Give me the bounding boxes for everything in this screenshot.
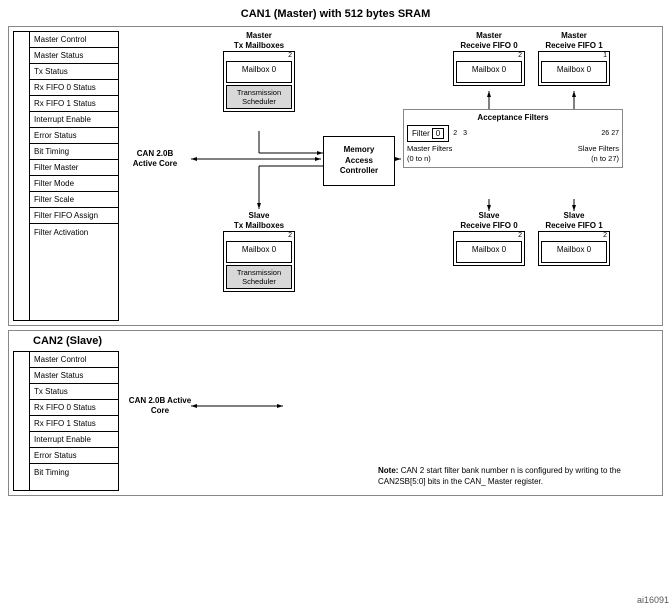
master-rxfifo1-inner: 1 Mailbox 0 [538,51,610,86]
can1-item-bittiming: Bit Timing [30,144,118,160]
can1-core-label: CAN 2.0B Active Core [125,149,185,168]
can1-item-filterscale: Filter Scale [30,192,118,208]
master-tx-num: 2 [224,52,294,59]
filter-num4: 26 [601,130,609,137]
can2-item-4: Rx FIFO 1 Status [30,416,118,432]
slave-tx-inner: 2 Mailbox 0 TransmissionScheduler [223,231,295,292]
slave-rxfifo0-mailbox: Mailbox 0 [456,241,522,263]
note-box: Note: CAN 2 start filter bank number n i… [378,466,658,487]
can2-item-7: Bit Timing [30,464,118,480]
master-rxfifo1-title: Master Receive FIFO 1 [538,31,610,50]
slave-tx-box: SlaveTx Mailboxes 2 Mailbox 0 Transmissi… [223,211,295,292]
can2-item-3: Rx FIFO 0 Status [30,400,118,416]
slave-rxfifo1-title: SlaveReceive FIFO 1 [538,211,610,230]
master-rxfifo0-box: Master Receive FIFO 0 2 Mailbox 0 [453,31,525,86]
can1-item-filtermode: Filter Mode [30,176,118,192]
acceptance-filters-row: Filter 0 2 3 26 27 [407,125,619,142]
master-rxfifo1-num: 1 [539,52,609,59]
filter-num3: 3 [463,130,467,137]
slave-rxfifo1-box: SlaveReceive FIFO 1 2 Mailbox 0 [538,211,610,266]
note-bold: Note: [378,466,398,475]
can1-item-tx-status: Tx Status [30,64,118,80]
can2-item-6: Error Status [30,448,118,464]
page-container: CAN1 (Master) with 512 bytes SRAM Contro… [0,0,671,607]
can2-sidebar-box: Master Control Master Status Tx Status R… [29,351,119,491]
master-rxfifo0-title: Master Receive FIFO 0 [453,31,525,50]
slave-tx-scheduler: TransmissionScheduler [226,265,292,289]
master-tx-scheduler: TransmissionScheduler [226,85,292,109]
master-filters-label: Master Filters(0 to n) [407,144,510,164]
can1-item-rxfifo0: Rx FIFO 0 Status [30,80,118,96]
can2-item-2: Tx Status [30,384,118,400]
can1-item-filtermaster: Filter Master [30,160,118,176]
can1-item-interrupt: Interrupt Enable [30,112,118,128]
slave-tx-mailbox: Mailbox 0 [226,241,292,263]
slave-rxfifo1-inner: 2 Mailbox 0 [538,231,610,266]
can1-sidebar-box: Master Control Master Status Tx Status R… [29,31,119,321]
can1-item-master-status: Master Status [30,48,118,64]
slave-rxfifo1-mailbox: Mailbox 0 [541,241,607,263]
can1-item-filteractivation: Filter Activation [30,224,118,240]
can1-diagram: CAN 2.0B Active Core Master Tx Mailboxes… [123,31,658,321]
can2-section: CAN2 (Slave) Control/Status/Configuratio… [8,330,663,496]
slave-tx-num: 2 [224,232,294,239]
acceptance-filters-area: Acceptance Filters Filter 0 2 3 26 27 [403,109,623,168]
master-rxfifo1-mailbox: Mailbox 0 [541,61,607,83]
can2-item-0: Master Control [30,352,118,368]
can1-item-master-control: Master Control [30,32,118,48]
slave-filters-label: Slave Filters(n to 27) [516,144,619,164]
slave-rxfifo0-num: 2 [454,232,524,239]
can1-item-filterfifo: Filter FIFO Assign [30,208,118,224]
filter-num: 0 [432,128,444,139]
master-tx-inner: 2 Mailbox 0 TransmissionScheduler [223,51,295,112]
can1-sidebar: Control/Status/Configuration Master Cont… [13,31,119,321]
can2-item-1: Master Status [30,368,118,384]
note-text: CAN 2 start filter bank number n is conf… [378,466,621,485]
master-rxfifo1-box: Master Receive FIFO 1 1 Mailbox 0 [538,31,610,86]
filter-num2: 2 [453,130,457,137]
can2-diagram: CAN 2.0B Active Core Note: [123,351,658,491]
master-tx-mailboxes-box: Master Tx Mailboxes 2 Mailbox 0 Transmis… [223,31,295,112]
filter-num5: 27 [611,130,619,137]
master-rxfifo0-mailbox: Mailbox 0 [456,61,522,83]
slave-rxfifo0-title: SlaveReceive FIFO 0 [453,211,525,230]
master-tx-mailbox: Mailbox 0 [226,61,292,83]
slave-rxfifo0-box: SlaveReceive FIFO 0 2 Mailbox 0 [453,211,525,266]
slave-rxfifo0-inner: 2 Mailbox 0 [453,231,525,266]
filter-nums-right: 26 27 [469,130,619,137]
memory-controller-box: Memory Access Controller [323,136,395,186]
master-tx-title: Master Tx Mailboxes [223,31,295,50]
slave-tx-title: SlaveTx Mailboxes [223,211,295,230]
can2-core-label: CAN 2.0B Active Core [125,396,195,415]
main-title: CAN1 (Master) with 512 bytes SRAM [8,8,663,20]
can2-title: CAN2 (Slave) [13,335,658,347]
filter-box: Filter 0 [407,125,449,142]
can2-sidebar: Control/Status/Configuration Master Cont… [13,351,119,491]
master-rxfifo0-inner: 2 Mailbox 0 [453,51,525,86]
can1-item-rxfifo1: Rx FIFO 1 Status [30,96,118,112]
slave-rxfifo1-num: 2 [539,232,609,239]
master-rxfifo0-num: 2 [454,52,524,59]
can1-item-error: Error Status [30,128,118,144]
can1-section: Control/Status/Configuration Master Cont… [8,26,663,326]
acceptance-filters-title: Acceptance Filters [407,113,619,122]
ai-label: ai16091 [637,595,669,605]
filter-labels-row: Master Filters(0 to n) Slave Filters(n t… [407,144,619,164]
can2-item-5: Interrupt Enable [30,432,118,448]
